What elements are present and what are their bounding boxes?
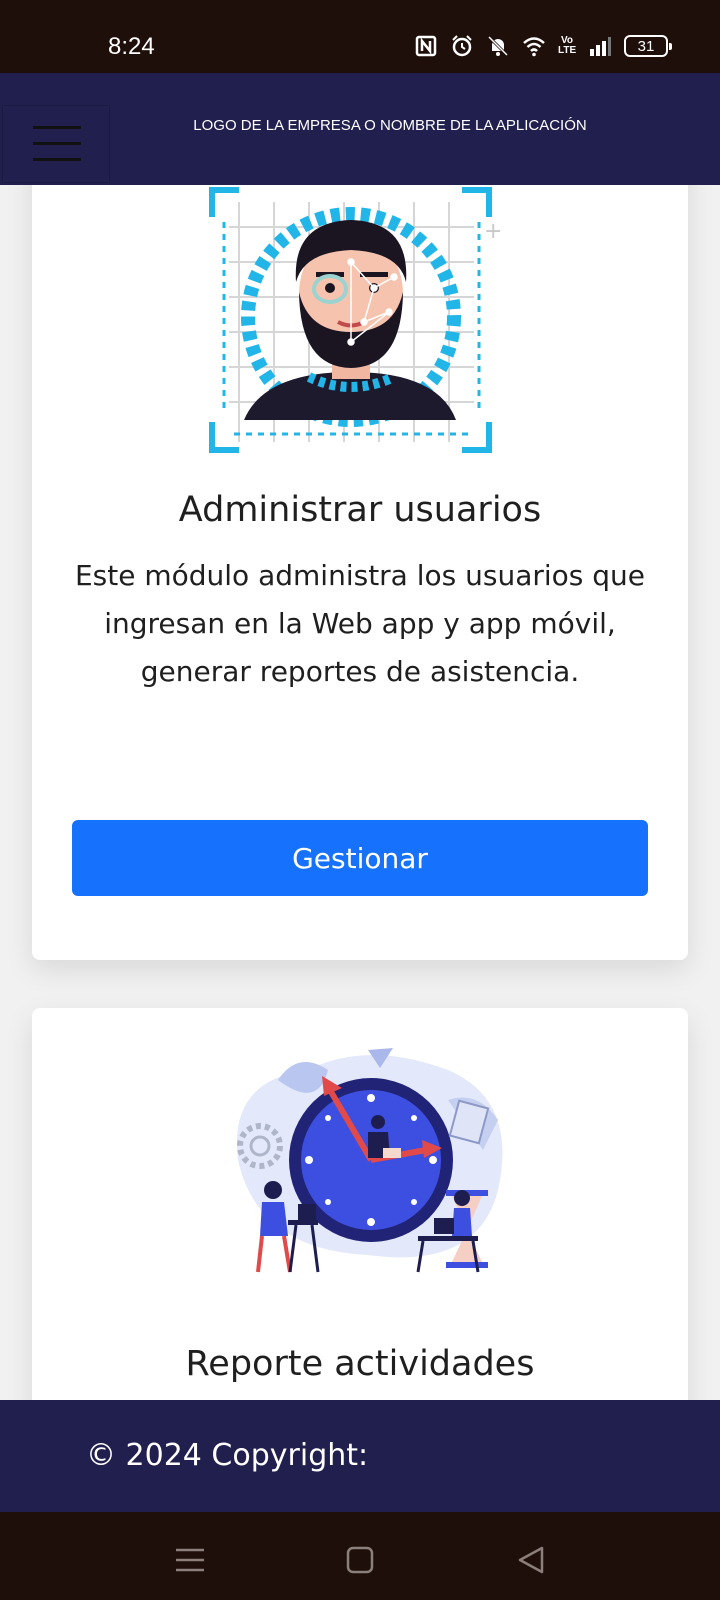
back-icon[interactable] (512, 1540, 552, 1580)
card-title: Reporte actividades (185, 1344, 535, 1384)
app-logo-title: LOGO DE LA EMPRESA O NOMBRE DE LA APLICA… (193, 117, 587, 134)
card-reporte-actividades: Reporte actividades (32, 1008, 688, 1468)
signal-icon (590, 37, 611, 56)
svg-text:+: + (484, 219, 502, 244)
alarm-icon (452, 35, 472, 57)
face-recognition-illustration: + (209, 187, 502, 453)
app-header: LOGO DE LA EMPRESA O NOMBRE DE LA APLICA… (0, 73, 720, 185)
volte-icon: Vo LTE (558, 35, 577, 56)
status-icons: Vo LTE 31 (414, 34, 672, 58)
card-description: Este módulo administra los usuarios que … (74, 559, 646, 688)
status-time: 8:24 (108, 33, 155, 60)
card-title: Administrar usuarios (178, 490, 542, 530)
app-footer: © 2024 Copyright: (0, 1400, 720, 1512)
time-management-illustration (236, 1048, 503, 1273)
card-administrar-usuarios: + Administrar usuarios Este módulo admin… (32, 120, 688, 960)
battery-indicator: 31 (624, 35, 672, 57)
home-icon[interactable] (340, 1540, 380, 1580)
battery-level: 31 (637, 37, 655, 55)
wifi-icon (523, 37, 545, 57)
status-bar: 8:24 Vo LTE 31 (0, 0, 720, 73)
recents-icon[interactable] (170, 1540, 210, 1580)
gestionar-button[interactable]: Gestionar (72, 820, 648, 896)
hamburger-menu-icon[interactable] (2, 105, 110, 183)
navigation-bar (0, 1512, 720, 1600)
mute-icon (487, 35, 509, 57)
copyright-text: © 2024 Copyright: (86, 1438, 369, 1473)
nfc-icon (415, 35, 437, 57)
